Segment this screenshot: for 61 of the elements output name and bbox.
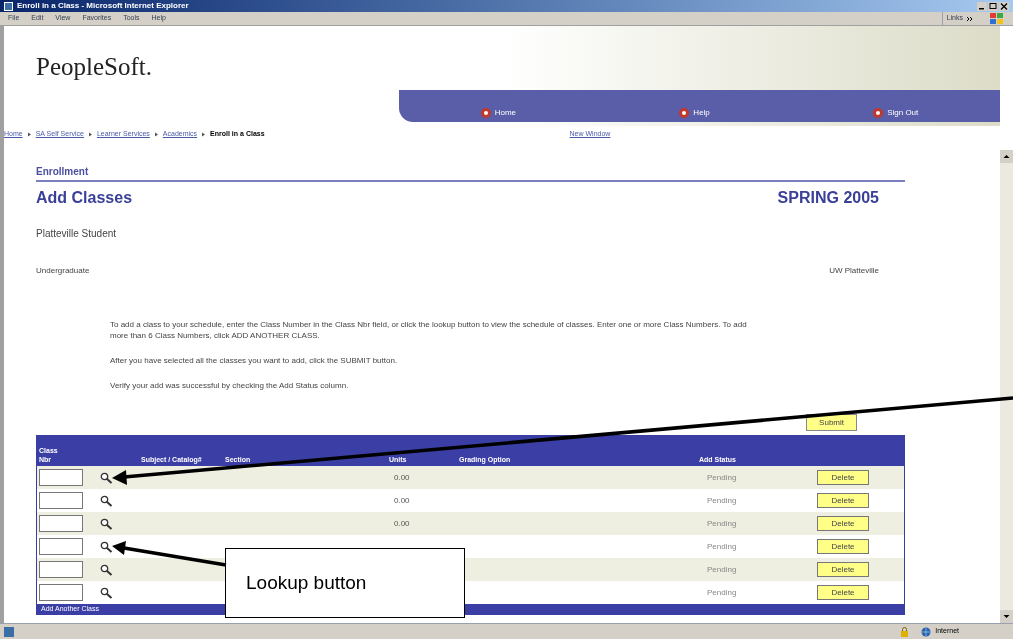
delete-button[interactable]: Delete: [817, 470, 869, 485]
lookup-button[interactable]: [99, 516, 113, 531]
delete-button[interactable]: Delete: [817, 516, 869, 531]
class-number-field[interactable]: [39, 469, 83, 486]
windows-logo-icon: [989, 12, 1005, 25]
units-cell: 0.00: [394, 471, 410, 484]
minimize-icon[interactable]: [977, 1, 987, 11]
lookup-button[interactable]: [99, 493, 113, 508]
separator-icon: [26, 131, 32, 137]
nav-link[interactable]: Sign Out: [873, 107, 919, 119]
nav-icon[interactable]: [873, 108, 884, 118]
class-number-field[interactable]: [39, 538, 83, 555]
nav-icon[interactable]: [480, 108, 491, 118]
student-name: Platteville Student: [36, 227, 118, 241]
class-number-field[interactable]: [39, 561, 83, 578]
class-number-field[interactable]: [39, 584, 83, 601]
delete-button[interactable]: Delete: [817, 539, 869, 554]
class-number-field[interactable]: [39, 515, 83, 532]
lookup-button[interactable]: [99, 470, 113, 485]
term-label: SPRING 2005: [777, 188, 879, 208]
page-heading: Add Classes: [36, 188, 133, 208]
status-cell: Pending: [707, 494, 737, 507]
status-cell: Pending: [707, 586, 737, 599]
nav-link[interactable]: Help: [679, 107, 710, 119]
nav-icon[interactable]: [679, 108, 690, 118]
instruction-text: After you have selected all the classes you want to add, click the SUBMIT button.: [110, 355, 399, 366]
window-title: Enroll in a Class - Microsoft Internet Explorer: [17, 2, 189, 10]
units-cell: 0.00: [394, 494, 410, 507]
status-cell: Pending: [707, 471, 737, 484]
peoplesoft-logo: PeopleSoft.: [36, 52, 152, 82]
callout-text: Lookup button: [246, 570, 367, 595]
scroll-down-icon[interactable]: [1000, 610, 1013, 623]
institution-label: UW Platteville: [829, 265, 879, 277]
vertical-scrollbar[interactable]: [1000, 150, 1013, 623]
separator-icon: [87, 131, 93, 137]
separator-icon: [201, 131, 207, 137]
chevron-icon[interactable]: [967, 15, 973, 22]
globe-icon: [921, 626, 932, 637]
delete-button[interactable]: Delete: [817, 562, 869, 577]
career-label: Undergraduate: [36, 265, 90, 277]
lookup-button[interactable]: [99, 585, 113, 600]
status-cell: Pending: [707, 517, 737, 530]
maximize-icon[interactable]: [988, 1, 998, 11]
units-cell: 0.00: [394, 517, 410, 530]
class-number-field[interactable]: [39, 492, 83, 509]
nav-link[interactable]: Home: [480, 107, 516, 119]
status-cell: Pending: [707, 540, 737, 553]
lock-icon: [900, 626, 910, 637]
delete-button[interactable]: Delete: [817, 493, 869, 508]
section-title: Enrollment: [36, 164, 905, 182]
lookup-button[interactable]: [99, 562, 113, 577]
instruction-text: To add a class to your schedule, enter the Class Number in the Class Nbr field, or click the lookup button to view the schedule of classes. Enter one or more Class Numbers. To add more than 6 Class Numbers, click ADD ANOTHER CLASS.: [110, 319, 748, 341]
close-icon[interactable]: [999, 1, 1009, 11]
instruction-text: Verify your add was successful by checking the Add Status column.: [110, 380, 350, 391]
delete-button[interactable]: Delete: [817, 585, 869, 600]
scroll-up-icon[interactable]: [1000, 150, 1013, 163]
browser-icon: [4, 1, 13, 11]
status-cell: Pending: [707, 563, 737, 576]
page-icon: [4, 626, 14, 637]
lookup-button[interactable]: [99, 539, 113, 554]
separator-icon: [153, 131, 159, 137]
